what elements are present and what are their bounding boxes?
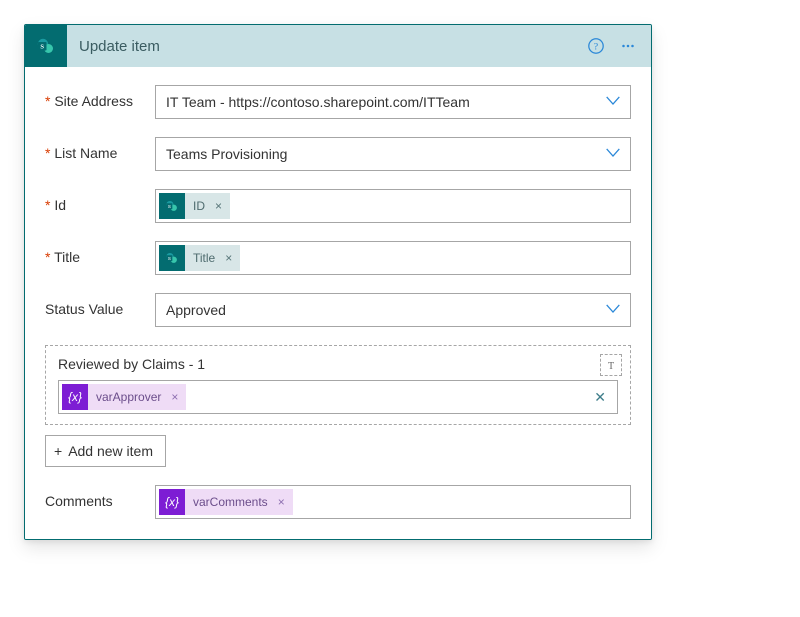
chevron-down-icon bbox=[604, 92, 622, 113]
reviewed-by-claims-box: Reviewed by Claims - 1 T {x} varApprover… bbox=[45, 345, 631, 425]
plus-icon: + bbox=[54, 443, 62, 459]
token-varapprover-label: varApprover bbox=[94, 384, 167, 410]
label-comments: Comments bbox=[45, 485, 155, 509]
chevron-down-icon bbox=[604, 144, 622, 165]
text-mode-toggle[interactable]: T bbox=[600, 354, 622, 376]
update-item-card: S Update item ? Site Address bbox=[24, 24, 652, 540]
reviewed-by-claims-field[interactable]: {x} varApprover × ✕ bbox=[58, 380, 618, 414]
token-id[interactable]: S ID × bbox=[159, 193, 230, 219]
comments-field[interactable]: {x} varComments × bbox=[155, 485, 631, 519]
label-list-name: List Name bbox=[45, 137, 155, 161]
svg-text:T: T bbox=[608, 361, 614, 371]
chevron-down-icon bbox=[604, 300, 622, 321]
add-new-item-button[interactable]: + Add new item bbox=[45, 435, 166, 467]
close-icon[interactable]: × bbox=[274, 489, 293, 515]
svg-text:S: S bbox=[168, 204, 171, 209]
token-title-label: Title bbox=[191, 245, 221, 271]
close-icon[interactable]: × bbox=[221, 245, 240, 271]
token-varcomments-label: varComments bbox=[191, 489, 274, 515]
card-header: S Update item ? bbox=[25, 25, 651, 67]
token-varcomments[interactable]: {x} varComments × bbox=[159, 489, 293, 515]
label-id: Id bbox=[45, 189, 155, 213]
label-title: Title bbox=[45, 241, 155, 265]
row-comments: Comments {x} varComments × bbox=[45, 485, 631, 519]
label-status-value: Status Value bbox=[45, 293, 155, 317]
card-body: Site Address IT Team - https://contoso.s… bbox=[25, 67, 651, 539]
row-id: Id S ID × bbox=[45, 189, 631, 223]
card-title: Update item bbox=[67, 38, 587, 55]
site-address-value: IT Team - https://contoso.sharepoint.com… bbox=[166, 94, 470, 110]
reviewed-by-claims-label: Reviewed by Claims - 1 bbox=[58, 356, 618, 372]
row-status-value: Status Value Approved bbox=[45, 293, 631, 327]
add-new-item-label: Add new item bbox=[68, 443, 153, 459]
sharepoint-icon: S bbox=[159, 193, 185, 219]
status-value-dropdown[interactable]: Approved bbox=[155, 293, 631, 327]
close-icon[interactable]: × bbox=[211, 193, 230, 219]
svg-text:S: S bbox=[40, 43, 44, 50]
row-site-address: Site Address IT Team - https://contoso.s… bbox=[45, 85, 631, 119]
label-site-address: Site Address bbox=[45, 85, 155, 109]
svg-text:?: ? bbox=[594, 42, 598, 53]
title-field[interactable]: S Title × bbox=[155, 241, 631, 275]
more-icon[interactable] bbox=[619, 37, 637, 55]
id-field[interactable]: S ID × bbox=[155, 189, 631, 223]
variable-icon: {x} bbox=[159, 489, 185, 515]
site-address-dropdown[interactable]: IT Team - https://contoso.sharepoint.com… bbox=[155, 85, 631, 119]
clear-field-icon[interactable]: ✕ bbox=[586, 389, 614, 406]
close-icon[interactable]: × bbox=[167, 384, 186, 410]
list-name-dropdown[interactable]: Teams Provisioning bbox=[155, 137, 631, 171]
token-title[interactable]: S Title × bbox=[159, 245, 240, 271]
token-id-label: ID bbox=[191, 193, 211, 219]
row-list-name: List Name Teams Provisioning bbox=[45, 137, 631, 171]
row-title: Title S Title × bbox=[45, 241, 631, 275]
token-varapprover[interactable]: {x} varApprover × bbox=[62, 384, 186, 410]
status-value: Approved bbox=[166, 302, 226, 318]
list-name-value: Teams Provisioning bbox=[166, 146, 287, 162]
sharepoint-icon: S bbox=[25, 25, 67, 67]
help-icon[interactable]: ? bbox=[587, 37, 605, 55]
svg-text:S: S bbox=[168, 256, 171, 261]
header-actions: ? bbox=[587, 37, 651, 55]
sharepoint-icon: S bbox=[159, 245, 185, 271]
variable-icon: {x} bbox=[62, 384, 88, 410]
